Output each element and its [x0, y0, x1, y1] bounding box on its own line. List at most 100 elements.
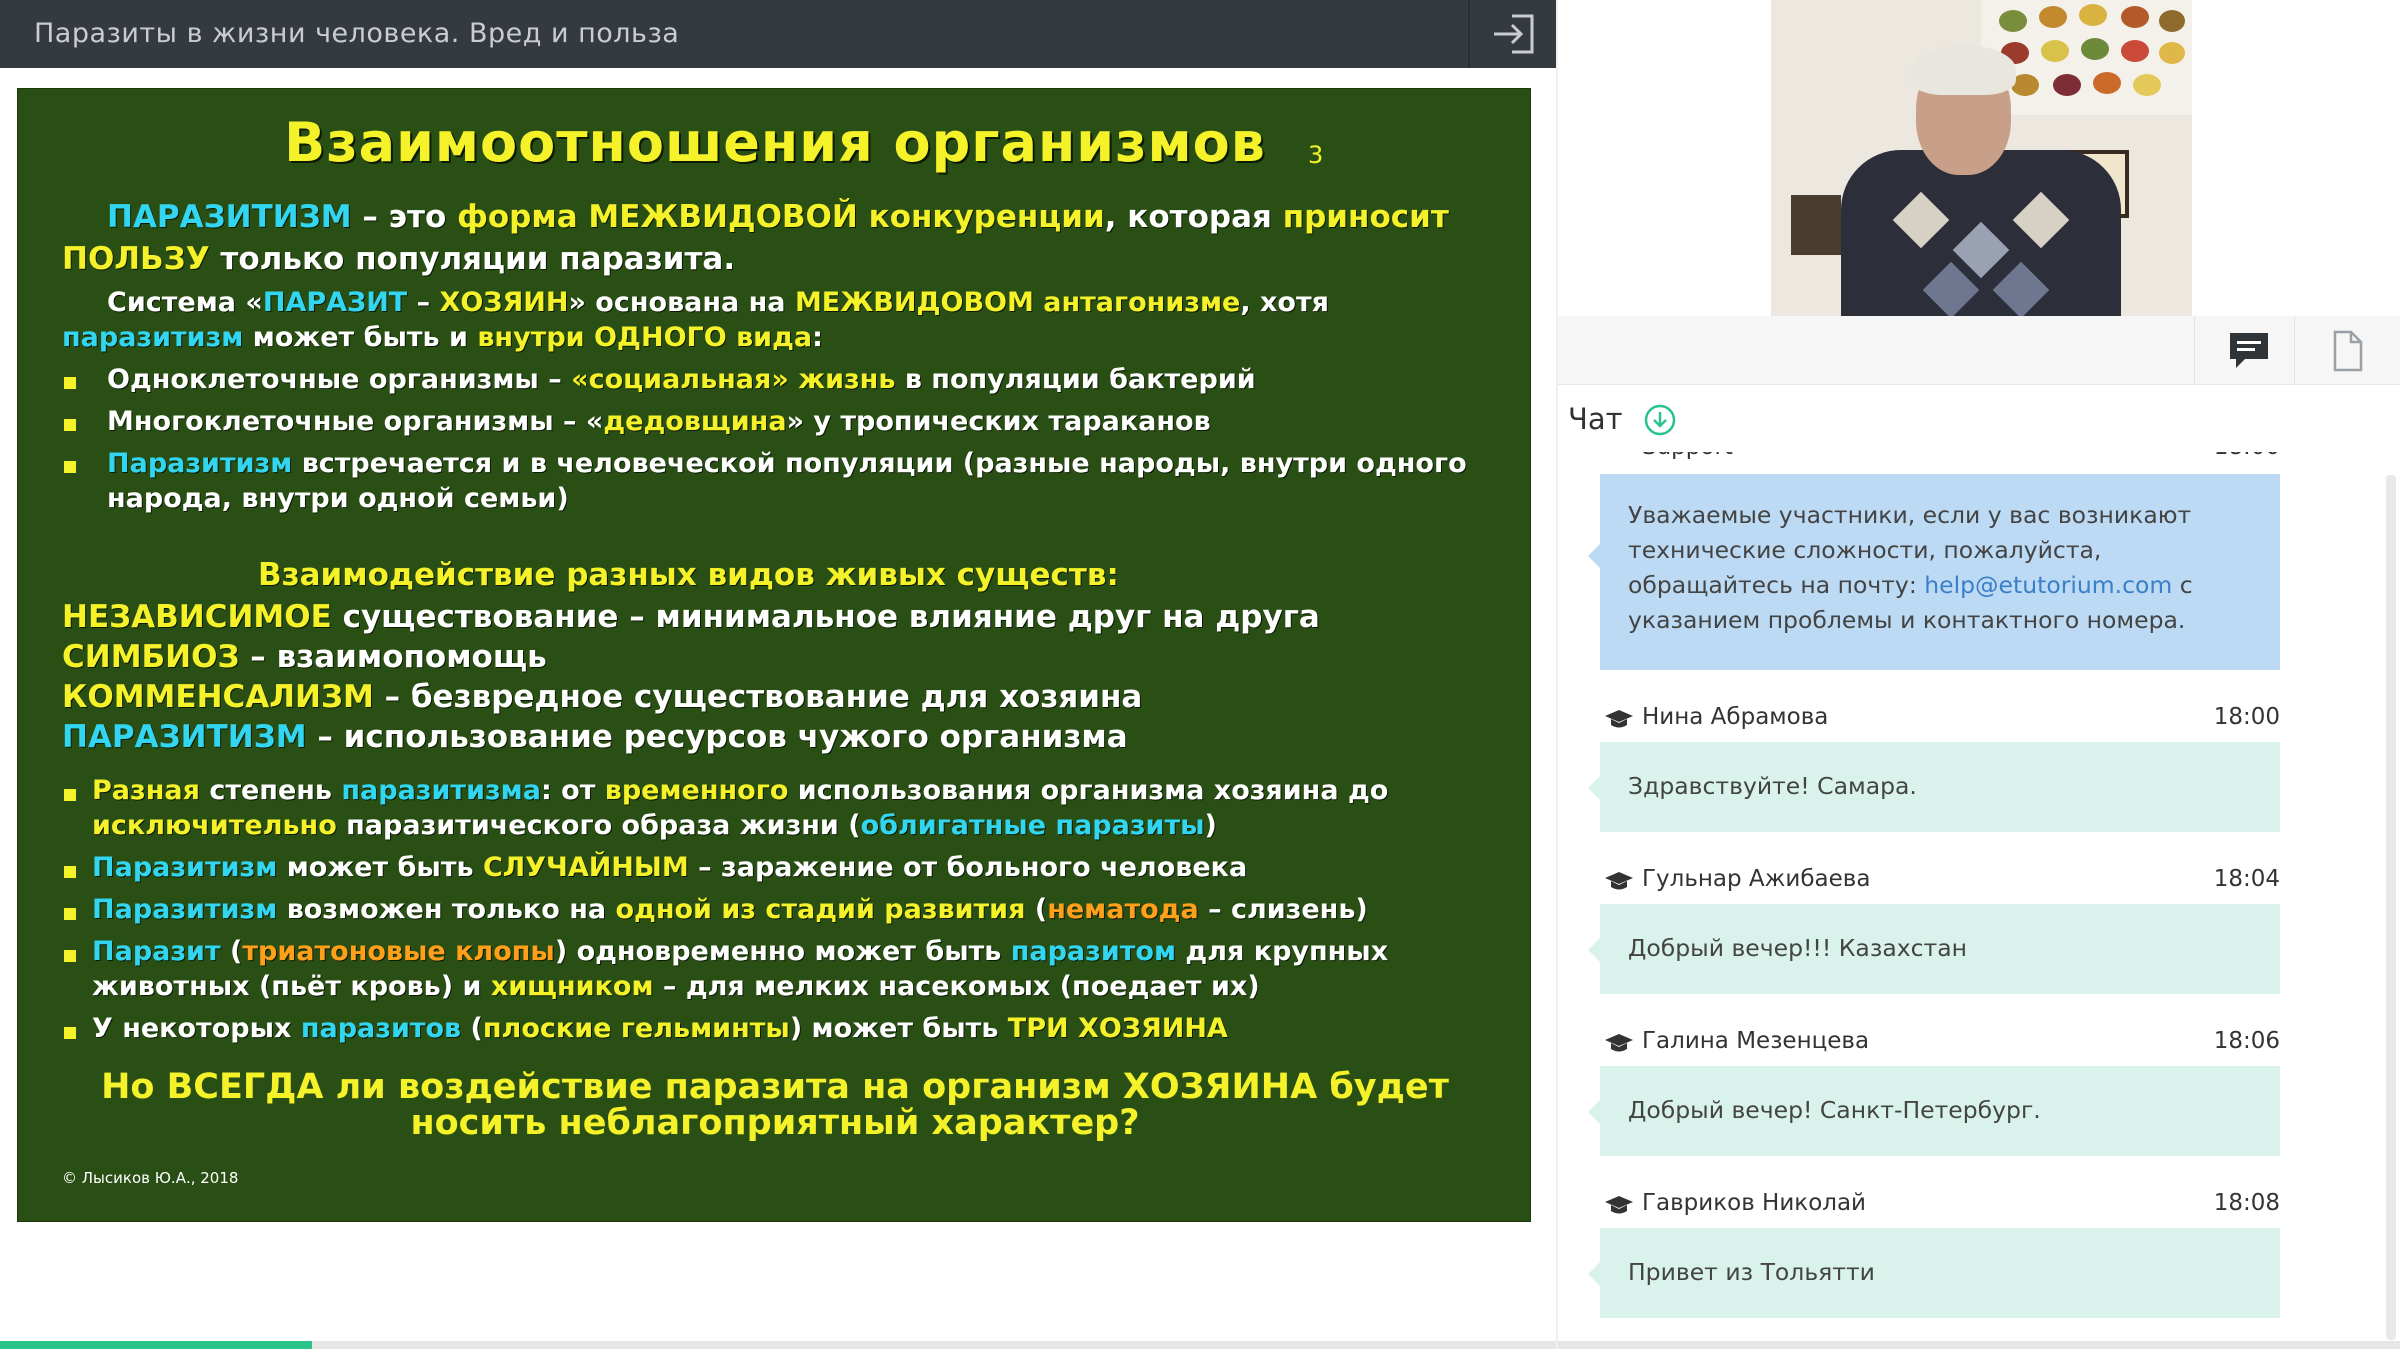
document-icon	[2333, 330, 2363, 372]
message-sender: Support	[1642, 452, 1733, 460]
slide-text: – заражение от больного человека	[688, 852, 1248, 883]
bubble-pointer	[1588, 776, 1600, 800]
slide-text: Система «	[107, 287, 263, 318]
slide-line-19: У некоторых паразитов (плоские гельминты…	[92, 1013, 1228, 1044]
slide-text: ) может быть	[789, 1013, 1008, 1044]
presentation-slide: Взаимоотношения организмов 3 ПАРАЗИТИЗМ …	[17, 88, 1531, 1222]
chat-scrollbar[interactable]	[2386, 475, 2396, 1340]
chat-title: Чат	[1568, 402, 1623, 436]
slide-text: (	[461, 1013, 483, 1044]
slide-line-2: ПОЛЬЗУ только популяции паразита.	[62, 241, 735, 277]
download-icon[interactable]	[1644, 404, 1676, 436]
slide-text: временного	[604, 775, 789, 806]
slide-text: ХОЗЯИН	[439, 287, 569, 318]
bullet-marker	[64, 950, 76, 962]
slide-text: исключительно	[92, 810, 337, 841]
slide-text: может быть	[277, 852, 483, 883]
message-text: Добрый вечер!!! Казахстан	[1628, 934, 1968, 962]
slide-line-5: Одноклеточные организмы – «социальная» ж…	[107, 364, 1256, 395]
slide-question-line-1: Но ВСЕГДА ли воздействие паразита на орг…	[101, 1067, 1449, 1107]
slide-text: ТРИ ХОЗЯИНА	[1007, 1013, 1228, 1044]
message-line: обращайтесь на почту: help@etutorium.com…	[1628, 568, 2193, 603]
slide-line-18: животных (пьёт кровь) и хищником – для м…	[92, 971, 1260, 1002]
slide-text: НЕЗАВИСИМОЕ	[62, 599, 332, 635]
message-meta: Support 18:00	[1600, 452, 2280, 468]
slide-text: только популяции паразита.	[209, 241, 736, 277]
slide-text: Разная	[92, 775, 200, 806]
message-meta: Гульнар Ажибаева 18:04	[1600, 864, 2280, 900]
bubble-pointer	[1588, 544, 1600, 568]
poster-item	[2159, 10, 2185, 32]
message-bubble: Здравствуйте! Самара.	[1588, 742, 2280, 832]
message-text: Привет из Тольятти	[1628, 1258, 1875, 1286]
slide-text: , хотя	[1240, 287, 1329, 318]
slide-line-7: Паразитизм встречается и в человеческой …	[107, 448, 1467, 479]
message-time: 18:00	[2214, 452, 2280, 460]
slide-text: хищником	[490, 971, 654, 1002]
slide-text: ПАРАЗИТ	[262, 287, 408, 318]
tab-files[interactable]	[2294, 316, 2395, 384]
message-line: указанием проблемы и контактного номера.	[1628, 606, 2186, 634]
slide-text: МЕЖВИДОВОМ	[794, 287, 1044, 318]
slide-line-6: Многоклеточные организмы – «дедовщина» у…	[107, 406, 1211, 437]
slide-text: (	[220, 936, 243, 967]
slide-text: ПАРАЗИТИЗМ	[62, 719, 307, 755]
slide-line-16: Паразитизм возможен только на одной из с…	[92, 894, 1368, 925]
message-line: технические сложности, пожалуйста,	[1628, 536, 2102, 564]
slide-line-1: ПАРАЗИТИЗМ – это форма МЕЖВИДОВОЙ конкур…	[107, 199, 1449, 235]
poster-item	[2081, 38, 2109, 60]
message-sender: Галина Мезенцева	[1642, 1028, 1870, 1054]
message-bubble: Привет из Тольятти	[1588, 1228, 2280, 1318]
message-sender: Гульнар Ажибаева	[1642, 866, 1871, 892]
slide-number: 3	[1308, 141, 1324, 169]
message-bubble: Добрый вечер! Санкт-Петербург.	[1588, 1066, 2280, 1156]
message-sender: Нина Абрамова	[1642, 704, 1829, 730]
panel-divider	[1556, 0, 1558, 1349]
tab-chat[interactable]	[2194, 316, 2295, 384]
slide-text: антагонизме	[1043, 287, 1241, 318]
message-sender: Гавриков Николай	[1642, 1190, 1867, 1216]
slide-text: дедовщина	[603, 406, 787, 437]
side-panel-toolbar	[1558, 316, 2400, 385]
slide-line-8: народа, внутри одной семьи)	[107, 483, 569, 514]
slide-text: одной из стадий развития	[615, 894, 1026, 925]
slide-text: ПОЛЬЗУ	[62, 241, 210, 277]
message-time: 18:06	[2213, 1028, 2280, 1054]
support-email-link[interactable]: help@etutorium.com	[1924, 571, 2172, 599]
slide-text: Паразитизм	[107, 448, 293, 479]
slide-text: приносит	[1282, 199, 1449, 235]
slide-line-13: Разная степень паразитизма: от временног…	[92, 775, 1388, 806]
message-meta: Гавриков Николай 18:08	[1600, 1188, 2280, 1224]
message-line-text: с	[2172, 571, 2193, 599]
slide-text: : от	[540, 775, 605, 806]
exit-button[interactable]	[1468, 0, 1556, 68]
poster-item	[2093, 72, 2121, 94]
speaker-video	[1771, 0, 2192, 316]
slide-line-14: исключительно паразитического образа жиз…	[92, 810, 1217, 841]
slide-text: нематода	[1047, 894, 1199, 925]
slide-text: – взаимопомощь	[239, 639, 547, 675]
slide-text: паразитизма	[341, 775, 541, 806]
poster-item	[2121, 6, 2149, 28]
slide-text: У некоторых	[92, 1013, 301, 1044]
poster-item	[2041, 40, 2069, 62]
slide-text: КОММЕНСАЛИЗМ	[62, 679, 374, 715]
slide-text: встречается и в человеческой популяции (…	[292, 448, 1467, 479]
playback-progress-track[interactable]	[0, 1341, 2400, 1349]
message-text: Здравствуйте! Самара.	[1628, 772, 1917, 800]
poster-item	[2121, 40, 2149, 62]
slide-text: степень	[199, 775, 342, 806]
chat-messages[interactable]: Support 18:00 Уважаемые участники, если …	[1560, 452, 2380, 1332]
slide-line-3: Система «ПАРАЗИТ – ХОЗЯИН» основана на М…	[107, 287, 1329, 318]
sign-in-icon	[1494, 14, 1534, 54]
slide-text: МЕЖВИДОВОЙ	[588, 199, 869, 235]
slide-text: вида	[736, 322, 813, 353]
message-line: Уважаемые участники, если у вас возникаю…	[1628, 501, 2192, 529]
slide-text: Многоклеточные организмы – «	[107, 406, 604, 437]
bullet-marker	[64, 789, 76, 801]
poster-item	[2039, 6, 2067, 28]
slide-copyright: © Лысиков Ю.А., 2018	[62, 1169, 239, 1187]
playback-progress-fill	[0, 1341, 312, 1349]
chat-icon	[2230, 333, 2268, 368]
slide-text: в популяции бактерий	[895, 364, 1256, 395]
